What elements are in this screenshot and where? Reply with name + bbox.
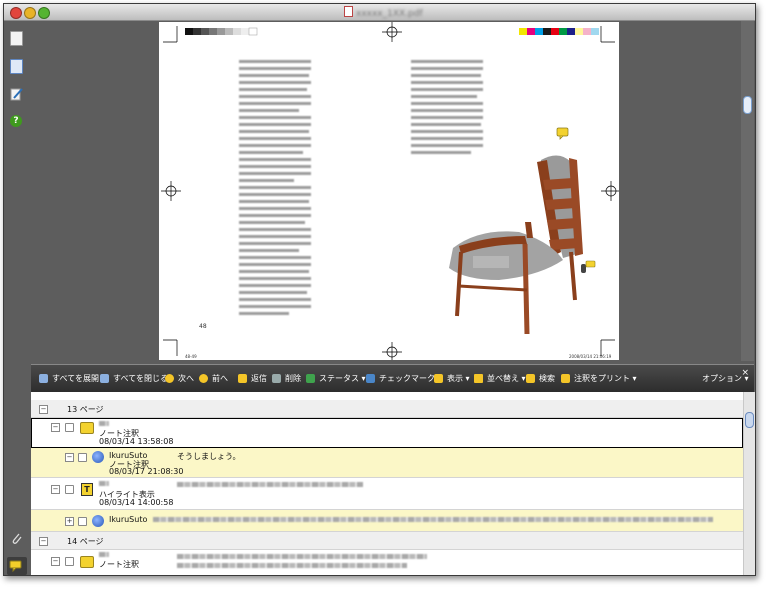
highlight-icon: T — [81, 483, 93, 496]
collapse-toggle[interactable]: − — [51, 485, 60, 494]
note-annotation-1 — [556, 127, 569, 140]
previous-arrow-icon — [199, 374, 208, 383]
document-vertical-scrollbar[interactable] — [741, 21, 754, 361]
author-blurred — [99, 421, 109, 426]
zoom-window-button[interactable] — [38, 7, 50, 19]
bottom-right-marker: 2008/03/14 21:06:19 — [569, 354, 612, 359]
delete-button[interactable]: 削除 — [272, 373, 301, 384]
collapse-toggle[interactable]: − — [51, 557, 60, 566]
user-icon — [92, 451, 104, 463]
note-annotation-2 — [581, 260, 596, 273]
comments-panel: すべてを展開 すべてを閉じる 次へ 前へ 返信 削除 ステータス ▾ チェックマ… — [31, 364, 755, 575]
print-icon — [561, 374, 570, 383]
next-arrow-icon — [165, 374, 174, 383]
show-button[interactable]: 表示 ▾ — [434, 373, 470, 384]
checkmark-checkbox[interactable] — [78, 453, 87, 462]
page-artwork: 48 48-49 2008/03/14 21:06:19 — [161, 22, 619, 360]
collapse-all-button[interactable]: すべてを閉じる — [100, 373, 168, 384]
pdf-document-icon — [344, 6, 353, 17]
author-blurred — [99, 552, 109, 557]
comment-reply[interactable]: + IkuruSuto — [31, 510, 743, 532]
checkmark-button[interactable]: チェックマーク — [366, 373, 435, 384]
pages-icon[interactable] — [10, 31, 24, 46]
title-bar: xxxxx_1XX.pdf — [4, 4, 755, 21]
comment-item[interactable]: − ノート注釈 08/03/14 13:58:08 — [31, 418, 743, 448]
expand-all-icon — [39, 374, 48, 383]
sort-icon — [474, 374, 483, 383]
comments-icon[interactable] — [7, 557, 27, 575]
search-button[interactable]: 検索 — [526, 373, 555, 384]
expand-all-button[interactable]: すべてを展開 — [39, 373, 99, 384]
comment-item[interactable]: − T ハイライト表示 08/03/14 14:00:58 — [31, 478, 743, 510]
checkmark-checkbox[interactable] — [65, 485, 74, 494]
application-window: xxxxx_1XX.pdf ? 48 48-49 2008/03/14 21:0… — [3, 3, 756, 576]
close-panel-button[interactable]: × — [741, 368, 749, 378]
blurred-comment-text — [177, 563, 407, 568]
help-icon[interactable]: ? — [10, 115, 24, 129]
signature-icon[interactable] — [10, 87, 24, 101]
page-group-13[interactable]: − 13 ページ — [31, 400, 743, 418]
collapse-toggle[interactable]: − — [39, 537, 48, 546]
status-icon — [306, 374, 315, 383]
search-icon — [526, 374, 535, 383]
note-icon — [80, 422, 94, 434]
collapse-toggle[interactable]: − — [39, 405, 48, 414]
blurred-comment-text — [177, 554, 427, 559]
user-icon — [92, 515, 104, 527]
scroll-thumb[interactable] — [743, 96, 752, 114]
checkmark-icon — [366, 374, 375, 383]
window-title: xxxxx_1XX.pdf — [344, 6, 423, 19]
bottom-left-marker: 48-49 — [185, 354, 197, 359]
chair-photo — [449, 155, 583, 335]
reply-icon — [238, 374, 247, 383]
collapse-all-icon — [100, 374, 109, 383]
checkmark-checkbox[interactable] — [78, 517, 87, 526]
color-bar — [519, 28, 599, 35]
comments-toolbar: すべてを展開 すべてを閉じる 次へ 前へ 返信 削除 ステータス ▾ チェックマ… — [31, 365, 754, 392]
collapse-toggle[interactable]: − — [65, 453, 74, 462]
pdf-page: 48 48-49 2008/03/14 21:06:19 — [159, 22, 619, 360]
paperclip-icon[interactable] — [10, 531, 24, 545]
collapse-toggle[interactable]: − — [51, 423, 60, 432]
page-group-14[interactable]: − 14 ページ — [31, 532, 743, 550]
comment-reply[interactable]: − IkuruSuto ノート注釈 08/03/17 21:08:30 そうしま… — [31, 448, 743, 478]
comment-item[interactable]: − ノート注釈 — [31, 550, 743, 575]
blurred-comment-text — [153, 517, 713, 522]
status-button[interactable]: ステータス ▾ — [306, 373, 366, 384]
blurred-comment-text — [177, 482, 363, 487]
show-icon — [434, 374, 443, 383]
close-window-button[interactable] — [10, 7, 22, 19]
navigation-sidebar: ? — [4, 21, 30, 575]
blurred-text-columns — [239, 60, 483, 315]
grayscale-bar — [185, 27, 258, 36]
previous-button[interactable]: 前へ — [199, 373, 228, 384]
scroll-thumb[interactable] — [745, 412, 754, 428]
next-button[interactable]: 次へ — [165, 373, 194, 384]
left-folio: 48 — [199, 323, 207, 330]
expand-toggle[interactable]: + — [65, 517, 74, 526]
print-comments-button[interactable]: 注釈をプリント ▾ — [561, 373, 637, 384]
comments-scrollbar[interactable] — [743, 392, 755, 575]
sort-button[interactable]: 並べ替え ▾ — [474, 373, 526, 384]
note-icon — [80, 556, 94, 568]
minimize-window-button[interactable] — [24, 7, 36, 19]
trash-icon — [272, 374, 281, 383]
reply-button[interactable]: 返信 — [238, 373, 267, 384]
comments-list: − 13 ページ − ノート注釈 08/03/14 13:58:08 − Iku… — [31, 392, 743, 575]
checkmark-checkbox[interactable] — [65, 423, 74, 432]
author-blurred — [99, 481, 109, 486]
checkmark-checkbox[interactable] — [65, 557, 74, 566]
attachment-page-icon[interactable] — [10, 59, 24, 74]
